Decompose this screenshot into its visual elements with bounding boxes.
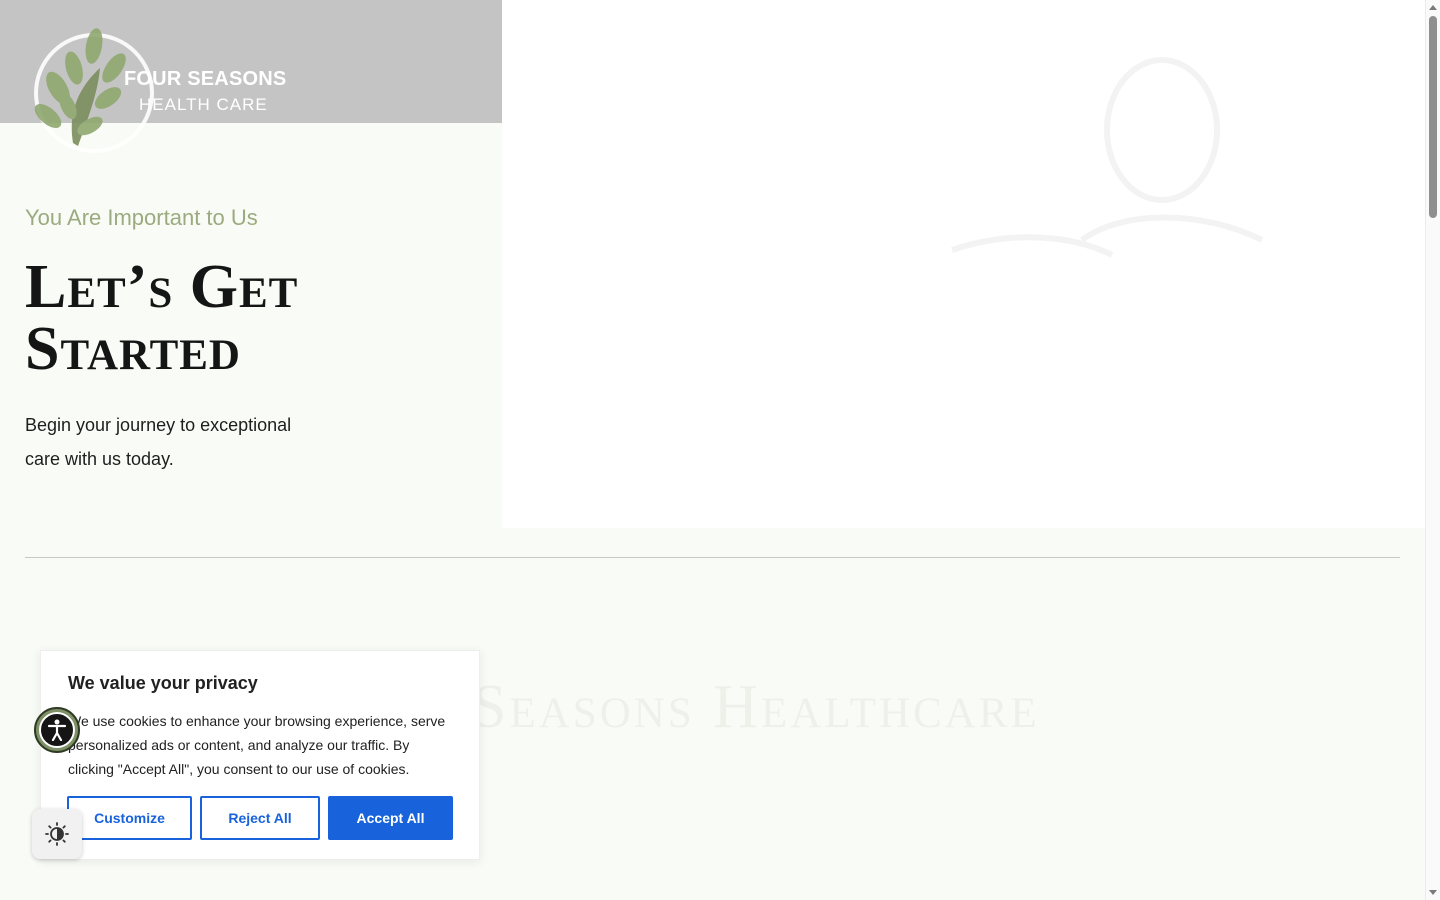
customize-button[interactable]: Customize	[67, 796, 192, 840]
contrast-toggle-button[interactable]	[32, 809, 82, 859]
cookie-text: We use cookies to enhance your browsing …	[68, 713, 446, 777]
cookie-consent-banner: We value your privacy We use cookies to …	[40, 650, 480, 860]
site-logo[interactable]: FOUR SEASONS HEALTH CARE	[28, 28, 288, 158]
cookie-title: We value your privacy	[68, 673, 258, 693]
scroll-down-arrow-icon[interactable]	[1429, 890, 1437, 895]
contrast-toggle-icon	[45, 822, 69, 846]
scroll-up-arrow-icon[interactable]	[1429, 5, 1437, 10]
tree-logo-icon	[34, 28, 154, 153]
hero-eyebrow: You Are Important to Us	[25, 205, 258, 230]
accept-all-button[interactable]: Accept All	[328, 796, 453, 840]
section-divider	[25, 557, 1400, 558]
logo-text-line1: FOUR SEASONS	[124, 68, 287, 90]
hero-intro: Begin your journey to exceptional care w…	[25, 415, 292, 469]
accessibility-widget-button[interactable]	[34, 707, 80, 753]
reject-all-button[interactable]: Reject All	[200, 796, 320, 840]
logo-text-line2: HEALTH CARE	[139, 95, 268, 114]
hero-headline: Let’s Get Started	[25, 253, 299, 383]
accessibility-person-icon	[39, 712, 75, 748]
scroll-thumb[interactable]	[1429, 16, 1437, 218]
faded-portrait-image	[951, 57, 1264, 258]
hero-image-panel	[502, 0, 1426, 528]
page-scrollbar[interactable]	[1425, 0, 1440, 900]
faded-section-title: Seasons Healthcare	[472, 673, 1040, 741]
